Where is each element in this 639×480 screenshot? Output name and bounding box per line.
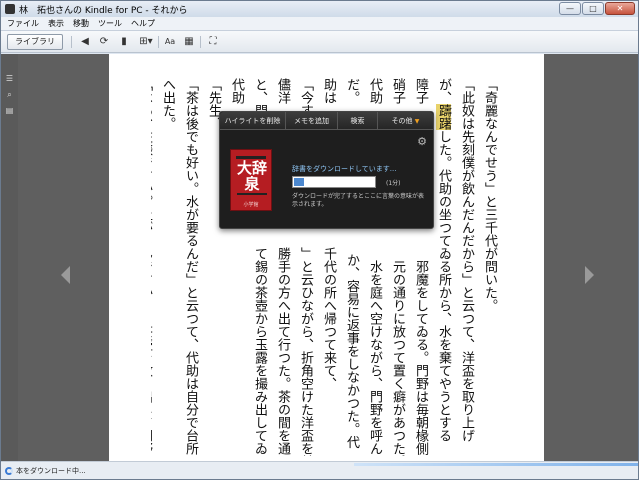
previous-page-icon[interactable] [61,266,70,284]
minimize-button[interactable]: — [559,2,581,15]
menu-bar: ファイル 表示 移動 ツール ヘルプ [1,17,638,31]
dictionary-title: 大辞泉 [236,159,267,193]
download-title: 辞書をダウンロードしています... [292,165,397,173]
toolbar: ライブラリ ◀ ⟳ ▮ ⊞▾ Aa ▦ ⛶ [1,31,638,53]
search-tab[interactable]: 検索 [338,112,378,129]
toolbar-separator [71,36,72,48]
menu-view[interactable]: 表示 [48,18,64,29]
menu-tools[interactable]: ツール [98,18,122,29]
popup-tab-bar: ハイライトを削除 メモを追加 検索 その他 ▼ [220,112,433,130]
download-progress-bar [292,176,376,188]
right-margin [544,54,638,461]
cover-band [237,193,267,195]
more-tab[interactable]: その他 ▼ [378,112,433,129]
highlighted-word[interactable]: 躊躇 [436,104,451,130]
left-margin [18,54,109,461]
text-column[interactable]: 「はあ、左様ですか。上がるんですか」と茶壺を放り出して門野 [151,78,156,456]
window-title: 林 拓也さんの Kindle for PC - それから [19,6,188,16]
notebook-icon[interactable]: ▤ [5,106,14,115]
text-column[interactable]: 「茶は後でも好い。水が要るんだ」と云つて、代助は自分で台所 [179,78,202,456]
back-icon[interactable]: ◀ [79,35,91,49]
add-note-tab[interactable]: メモを追加 [286,112,338,129]
font-size-icon[interactable]: Aa [163,35,177,49]
bookmark-icon[interactable]: ▮ [118,35,130,49]
remove-highlight-tab[interactable]: ハイライトを削除 [220,112,286,129]
app-window: 林 拓也さんの Kindle for PC - それから — □ ✕ ファイル … [0,0,639,480]
gear-icon[interactable]: ⚙ [417,135,427,148]
title-bar: 林 拓也さんの Kindle for PC - それから — □ ✕ [1,1,638,17]
menu-go[interactable]: 移動 [73,18,89,29]
left-sidebar: ☰ ⌕ ▤ [1,54,18,461]
more-tab-label: その他 [391,117,413,125]
menu-file[interactable]: ファイル [7,18,39,29]
close-button[interactable]: ✕ [605,2,635,15]
sync-icon[interactable]: ⟳ [98,35,110,49]
next-page-icon[interactable] [585,266,594,284]
status-bar: 本をダウンロード中... [1,461,638,479]
loading-spinner-icon [5,467,13,475]
toolbar-separator [200,36,201,48]
maximize-button[interactable]: □ [582,2,604,15]
text-column[interactable]: 「此奴は先刻僕が飲んだんだから」と云つて、洋盃を取り上げ [455,78,478,456]
text-column[interactable]: が、躊躇した。代助の坐つてゐる所から、水を棄てやうとする [432,78,455,456]
text-column[interactable]: へ出た。 [156,78,179,456]
fullscreen-icon[interactable]: ⛶ [207,35,219,49]
dropdown-arrow-icon: ▼ [414,118,420,125]
dictionary-cover: 大辞泉 小学館 [230,149,272,211]
download-note: ダウンロードが完了するとここに言葉の意味が表示されます。 [292,193,425,208]
toolbar-separator [158,36,159,48]
library-button[interactable]: ライブラリ [7,34,63,50]
list-icon[interactable]: ☰ [5,74,14,83]
goto-icon[interactable]: ⊞▾ [138,35,154,49]
kindle-app-icon [5,4,15,14]
window-controls: — □ ✕ [559,2,635,15]
download-progress-fill [294,178,304,186]
dictionary-popup: ハイライトを削除 メモを追加 検索 その他 ▼ ⚙ 大辞泉 小学館 辞書をダウン… [219,111,434,229]
text-column[interactable]: 「奇麗なんでせう」と三千代が問いた。 [478,78,501,456]
view-mode-icon[interactable]: ▦ [183,35,195,49]
menu-help[interactable]: ヘルプ [131,18,155,29]
download-time-remaining: (1分) [386,180,401,187]
status-text: 本をダウンロード中... [16,467,86,475]
dictionary-publisher: 小学館 [243,202,259,208]
reading-progress-strip [354,463,638,466]
search-icon[interactable]: ⌕ [5,90,14,99]
